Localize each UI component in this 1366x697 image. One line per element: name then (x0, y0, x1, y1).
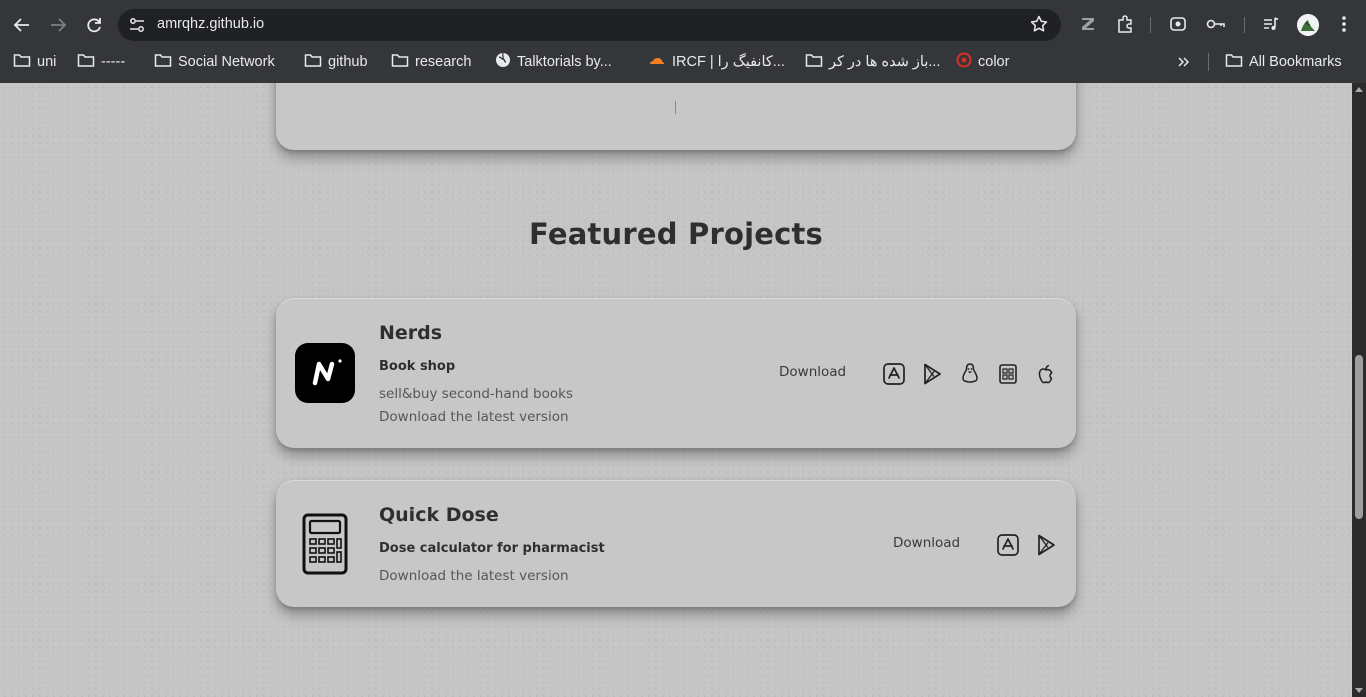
bookmarks-divider (1208, 53, 1209, 71)
reload-icon[interactable] (81, 12, 107, 38)
project-name: Quick Dose (379, 504, 499, 526)
bookmark-persian-folder[interactable]: باز شده ها در کر... (805, 51, 940, 73)
project-card-quick-dose: Quick Dose Dose calculator for pharmacis… (276, 480, 1076, 607)
forward-icon[interactable] (45, 12, 71, 38)
browser-toolbar: amrqhz.github.io (0, 0, 1366, 48)
project-latest-version: Download the latest version (379, 409, 569, 425)
google-play-icon[interactable] (920, 362, 944, 386)
google-play-icon[interactable] (1034, 533, 1058, 557)
all-bookmarks-label: All Bookmarks (1249, 54, 1342, 70)
url-text[interactable]: amrqhz.github.io (157, 16, 264, 32)
nerds-logo (295, 343, 355, 403)
app-store-icon[interactable] (996, 533, 1020, 557)
zotero-icon[interactable] (1077, 13, 1099, 35)
bookmark-label: Social Network (178, 54, 275, 70)
media-control-icon[interactable] (1260, 13, 1282, 35)
previous-section-card (276, 83, 1076, 150)
star-icon[interactable] (1029, 14, 1049, 39)
bookmark-label: color (978, 54, 1010, 70)
project-latest-version: Download the latest version (379, 568, 569, 584)
vertical-scrollbar[interactable] (1352, 83, 1366, 697)
browser-chrome: amrqhz.github.io uni ----- Social Networ… (0, 0, 1366, 83)
bookmark-label: uni (37, 54, 57, 70)
extensions-icon[interactable] (1114, 13, 1136, 35)
scroll-thumb[interactable] (1355, 355, 1363, 519)
bookmark-talktorials[interactable]: Talktorials by... (495, 51, 612, 73)
windows-icon[interactable] (996, 362, 1020, 386)
bookmark-label: github (328, 54, 368, 70)
menu-icon[interactable] (1333, 13, 1355, 35)
scroll-up-arrow-icon[interactable] (1355, 87, 1363, 92)
toolbar-divider (1150, 17, 1151, 33)
bookmark-label: Talktorials by... (517, 54, 612, 70)
folder-icon (1225, 52, 1243, 72)
password-key-icon[interactable] (1205, 13, 1227, 35)
cloudflare-icon (648, 54, 666, 70)
site-info-icon[interactable] (128, 16, 146, 34)
toolbar-divider (1244, 17, 1245, 33)
color-icon (956, 52, 972, 72)
app-store-icon[interactable] (882, 362, 906, 386)
folder-icon (391, 52, 409, 72)
page-viewport: Featured Projects Nerds Book shop sell&b… (0, 83, 1352, 697)
folder-icon (13, 52, 31, 72)
all-bookmarks[interactable]: All Bookmarks (1225, 51, 1342, 73)
bookmark-label: ----- (101, 54, 126, 70)
bookmark-dashes[interactable]: ----- (77, 51, 125, 73)
address-bar[interactable]: amrqhz.github.io (118, 9, 1061, 41)
bookmark-ircf[interactable]: IRCF | کانفیگ را... (648, 51, 785, 73)
project-subtitle: Book shop (379, 359, 456, 374)
back-icon[interactable] (9, 12, 35, 38)
text-cursor (675, 101, 676, 114)
linux-icon[interactable] (958, 362, 982, 386)
project-name: Nerds (379, 322, 443, 344)
bookmark-research[interactable]: research (391, 51, 471, 73)
folder-icon (304, 52, 322, 72)
screen-capture-icon[interactable] (1167, 13, 1189, 35)
apple-icon[interactable] (1034, 362, 1058, 386)
scroll-down-arrow-icon[interactable] (1355, 688, 1363, 693)
bookmark-github[interactable]: github (304, 51, 368, 73)
bookmarks-bar: uni ----- Social Network github research… (0, 48, 1366, 76)
chevron-more-icon[interactable] (1176, 51, 1192, 73)
folder-icon (154, 52, 172, 72)
bookmark-label: research (415, 54, 472, 70)
bookmark-uni[interactable]: uni (13, 51, 56, 73)
bookmark-label: IRCF | کانفیگ را... (672, 54, 785, 70)
section-title: Featured Projects (528, 217, 823, 251)
profile-avatar[interactable] (1297, 14, 1319, 36)
folder-icon (805, 52, 823, 72)
folder-icon (77, 52, 95, 72)
project-subtitle: Dose calculator for pharmacist (379, 541, 605, 556)
bookmark-color[interactable]: color (956, 51, 1009, 73)
bookmark-label: باز شده ها در کر... (829, 54, 941, 70)
project-card-nerds: Nerds Book shop sell&buy second-hand boo… (276, 298, 1076, 448)
bookmark-social-network[interactable]: Social Network (154, 51, 275, 73)
calculator-logo (295, 512, 355, 575)
globe-icon (495, 52, 511, 72)
download-label: Download (779, 364, 847, 380)
project-description: sell&buy second-hand books (379, 386, 573, 402)
download-label: Download (893, 535, 961, 551)
